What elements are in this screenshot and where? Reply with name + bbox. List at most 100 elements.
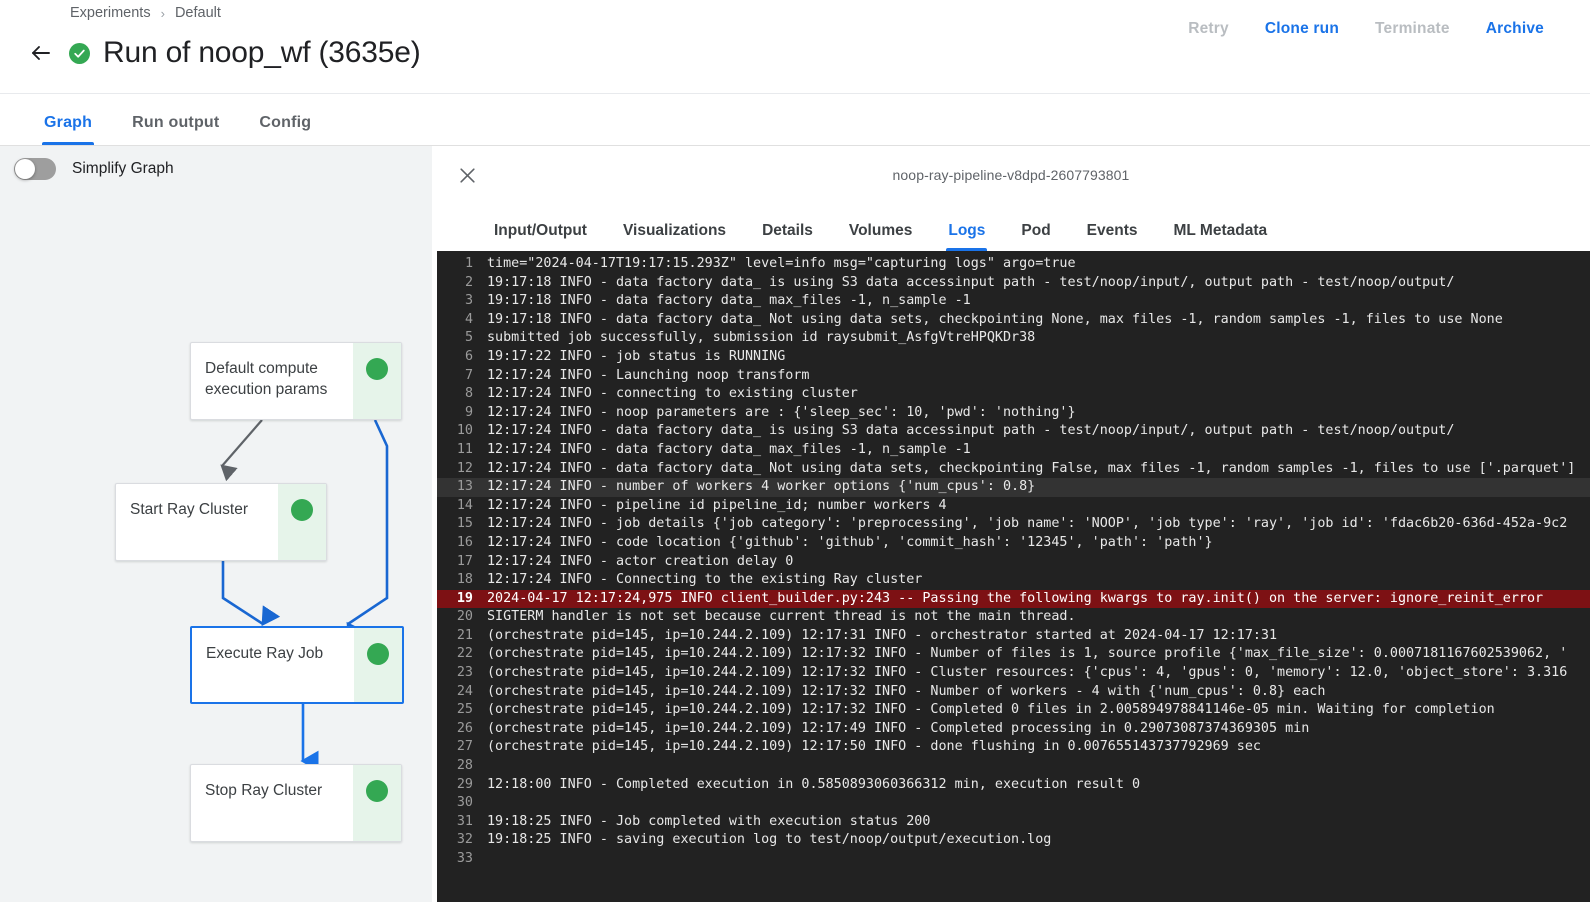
- log-line-number: 24: [456, 683, 473, 699]
- log-viewer-container: 1 time="2024-04-17T19:17:15.293Z" level=i…: [432, 251, 1590, 902]
- retry-button[interactable]: Retry: [1170, 12, 1247, 46]
- close-icon[interactable]: [450, 158, 484, 192]
- tab-pod[interactable]: Pod: [1003, 222, 1068, 251]
- log-line-text: (orchestrate pid=145, ip=10.244.2.109) 1…: [487, 739, 1261, 755]
- node-check-circle-icon: [117, 486, 313, 521]
- log-line: 8 12:17:24 INFO - connecting to existing …: [437, 385, 1590, 404]
- log-line-number: 20: [456, 609, 473, 625]
- log-line: 28: [437, 757, 1590, 776]
- log-line-text: (orchestrate pid=145, ip=10.244.2.109) 1…: [487, 646, 1568, 662]
- top-bar: Experiments › Default Run of noop_wf (36…: [0, 0, 1590, 94]
- log-line-number: 21: [456, 627, 473, 643]
- log-line: 20 SIGTERM handler is not set because cur…: [437, 608, 1590, 627]
- log-line-text: [483, 757, 1590, 776]
- tab-volumes[interactable]: Volumes: [831, 222, 930, 251]
- log-line: 31 19:18:25 INFO - Job completed with exe…: [437, 813, 1590, 832]
- log-line-text: (orchestrate pid=145, ip=10.244.2.109) 1…: [487, 665, 1568, 681]
- log-line-number: 10: [456, 423, 473, 439]
- log-line-number: 15: [456, 516, 473, 532]
- log-line: 1 time="2024-04-17T19:17:15.293Z" level=i…: [437, 255, 1590, 274]
- log-line-text: 12:17:24 INFO - connecting to existing c…: [487, 386, 858, 402]
- breadcrumb-item-experiments[interactable]: Experiments: [70, 5, 151, 21]
- log-line-number: 9: [464, 404, 473, 420]
- log-line: 6 19:17:22 INFO - job status is RUNNING: [437, 348, 1590, 367]
- log-line-number: 31: [456, 813, 473, 829]
- log-line-number: 3: [464, 293, 473, 309]
- log-line-number: 17: [456, 553, 473, 569]
- breadcrumb-item-default[interactable]: Default: [175, 5, 221, 21]
- log-line: 24 (orchestrate pid=145, ip=10.244.2.109)…: [437, 683, 1590, 702]
- log-line-number: 29: [456, 776, 473, 792]
- graph-node-status: [117, 484, 326, 560]
- log-line-text: 12:17:24 INFO - Launching noop transform: [487, 367, 810, 383]
- tab-input-output[interactable]: Input/Output: [476, 222, 605, 251]
- log-line: 13 12:17:24 INFO - number of workers 4 wo…: [437, 478, 1590, 497]
- graph-node-stop-ray-cluster[interactable]: Stop Ray Cluster: [190, 764, 402, 842]
- log-line-number: 18: [456, 572, 473, 588]
- tab-events[interactable]: Events: [1069, 222, 1156, 251]
- terminate-button[interactable]: Terminate: [1357, 12, 1468, 46]
- side-panel-tabs: Input/Output Visualizations Details Volu…: [432, 204, 1590, 251]
- log-line-number: 14: [456, 497, 473, 513]
- log-line-text: 12:17:24 INFO - data factory data_ Not u…: [487, 460, 1576, 476]
- log-line-number: 4: [464, 311, 473, 327]
- run-status-check-circle-icon: [69, 42, 90, 64]
- log-line-text: 19:18:25 INFO - Job completed with execu…: [487, 813, 931, 829]
- graph-node-label: Start Ray Cluster: [130, 501, 249, 518]
- graph-node-label: Execute Ray Job: [206, 645, 324, 662]
- tab-ml-metadata[interactable]: ML Metadata: [1156, 222, 1286, 251]
- log-line: 10 12:17:24 INFO - data factory data_ is …: [437, 422, 1590, 441]
- clone-run-button[interactable]: Clone run: [1247, 12, 1357, 46]
- graph-node-status: [192, 343, 401, 419]
- tab-details[interactable]: Details: [744, 222, 831, 251]
- log-line: 4 19:17:18 INFO - data factory data_ Not …: [437, 311, 1590, 330]
- log-line: 17 12:17:24 INFO - actor creation delay 0: [437, 553, 1590, 572]
- log-line-text: 12:17:24 INFO - noop parameters are : {'…: [487, 404, 1076, 420]
- graph-node-default-compute[interactable]: Default compute execution params: [190, 342, 402, 420]
- log-line: 33: [437, 850, 1590, 869]
- log-line-text: 19:17:18 INFO - data factory data_ is us…: [487, 274, 1455, 290]
- log-line: 3 19:17:18 INFO - data factory data_ max_…: [437, 292, 1590, 311]
- tab-config[interactable]: Config: [239, 114, 331, 145]
- title-row: Run of noop_wf (3635e): [26, 36, 421, 70]
- log-line-text: (orchestrate pid=145, ip=10.244.2.109) 1…: [487, 683, 1326, 699]
- side-panel-header: noop-ray-pipeline-v8dpd-2607793801: [432, 146, 1590, 204]
- log-line-text: 12:17:24 INFO - actor creation delay 0: [487, 553, 794, 569]
- tab-run-output[interactable]: Run output: [112, 114, 239, 145]
- log-line-number: 25: [456, 702, 473, 718]
- log-line-text: 19:18:25 INFO - saving execution log to …: [487, 832, 1052, 848]
- log-line-text: 12:17:24 INFO - number of workers 4 work…: [487, 479, 1036, 495]
- tab-graph[interactable]: Graph: [24, 114, 112, 145]
- archive-button[interactable]: Archive: [1468, 12, 1562, 46]
- graph-node-execute-ray-job[interactable]: Execute Ray Job: [190, 626, 404, 704]
- log-line-number: 26: [456, 720, 473, 736]
- main-tabs: Graph Run output Config: [0, 94, 1590, 146]
- log-viewer[interactable]: 1 time="2024-04-17T19:17:15.293Z" level=i…: [437, 251, 1590, 902]
- log-line-text: SIGTERM handler is not set because curre…: [487, 609, 1076, 625]
- log-line-number: 13: [456, 479, 473, 495]
- log-line-text: [483, 850, 1590, 869]
- log-line: 29 12:18:00 INFO - Completed execution in…: [437, 776, 1590, 795]
- log-line: 14 12:17:24 INFO - pipeline id pipeline_i…: [437, 497, 1590, 516]
- graph-node-start-ray-cluster[interactable]: Start Ray Cluster: [115, 483, 327, 561]
- log-line: 5 submitted job successfully, submission …: [437, 329, 1590, 348]
- breadcrumb: Experiments › Default: [70, 0, 221, 26]
- log-line-text: 12:17:24 INFO - job details {'job catego…: [487, 516, 1568, 532]
- log-line-number: 8: [464, 386, 473, 402]
- log-line-text: 19:17:18 INFO - data factory data_ Not u…: [487, 311, 1503, 327]
- log-line-number: 30: [456, 795, 473, 811]
- tab-logs[interactable]: Logs: [930, 222, 1003, 251]
- log-line-text: submitted job successfully, submission i…: [487, 330, 1036, 346]
- breadcrumb-separator-icon: ›: [160, 5, 165, 21]
- log-line: 22 (orchestrate pid=145, ip=10.244.2.109)…: [437, 645, 1590, 664]
- tab-visualizations[interactable]: Visualizations: [605, 222, 744, 251]
- log-line: 26 (orchestrate pid=145, ip=10.244.2.109)…: [437, 720, 1590, 739]
- log-line-text: (orchestrate pid=145, ip=10.244.2.109) 1…: [487, 720, 1310, 736]
- log-line-number: 1: [464, 256, 473, 271]
- log-line-text: 19:17:18 INFO - data factory data_ max_f…: [487, 293, 971, 309]
- log-line: 15 12:17:24 INFO - job details {'job cate…: [437, 515, 1590, 534]
- page-title: Run of noop_wf (3635e): [103, 36, 421, 69]
- log-line-text: 12:17:24 INFO - pipeline id pipeline_id;…: [487, 497, 947, 513]
- log-line: 30: [437, 794, 1590, 813]
- back-arrow-icon[interactable]: [26, 38, 56, 68]
